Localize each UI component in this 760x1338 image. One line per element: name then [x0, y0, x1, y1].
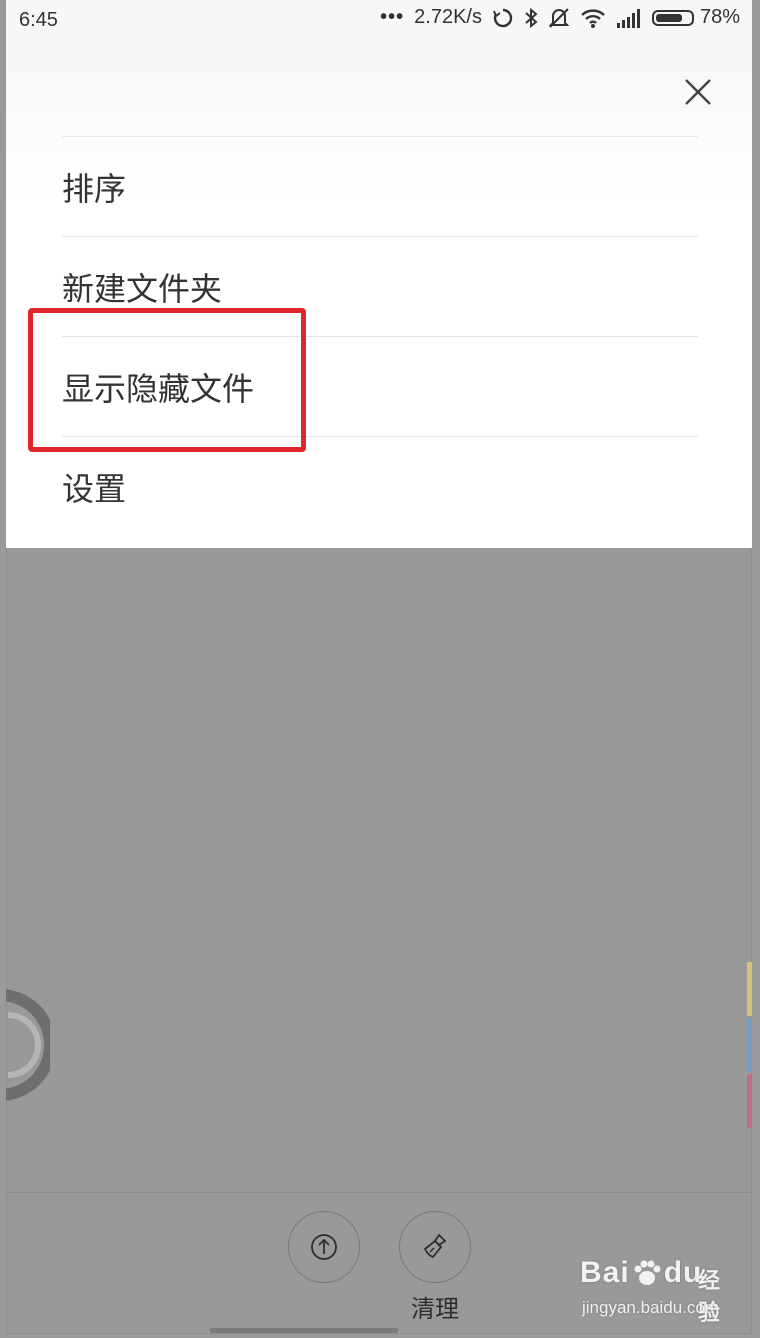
menu-panel: 排序 新建文件夹 显示隐藏文件 设置: [6, 42, 752, 548]
upload-icon: [311, 1234, 337, 1260]
menu-list: 排序 新建文件夹 显示隐藏文件 设置: [62, 136, 698, 536]
close-button[interactable]: [678, 72, 718, 112]
menu-item-sort[interactable]: 排序: [62, 136, 698, 236]
storage-ring-icon: [6, 989, 50, 1101]
upload-button[interactable]: [288, 1211, 360, 1283]
home-indicator[interactable]: [210, 1328, 398, 1333]
edge-tab[interactable]: [747, 1074, 752, 1128]
edge-tab[interactable]: [747, 962, 752, 1016]
battery-icon: 78%: [651, 6, 740, 29]
status-time: 6:45: [19, 9, 58, 31]
baidu-watermark: Bai du 经验 jingyan.baidu.com: [580, 1256, 730, 1326]
bluetooth-icon: [524, 7, 538, 29]
status-bar: 6:45 ••• 2.72K/s 78%: [6, 0, 752, 42]
broom-icon: [423, 1233, 447, 1259]
battery-percent: 78%: [699, 6, 740, 28]
menu-item-label: 显示隐藏文件: [62, 369, 255, 408]
menu-item-label: 排序: [62, 169, 127, 208]
app-window: 6:45 ••• 2.72K/s 78% 排序 新建文件夹 显示隐藏文件 设置 …: [6, 0, 752, 1334]
clean-label: 清理: [411, 1295, 459, 1323]
menu-item-label: 设置: [62, 469, 127, 508]
more-dots: •••: [380, 6, 405, 28]
signal-icon: [616, 7, 642, 29]
clean-button[interactable]: [399, 1211, 471, 1283]
status-icons: ••• 2.72K/s 78%: [380, 6, 740, 29]
sync-icon: [492, 7, 514, 29]
mute-icon: [548, 7, 570, 29]
watermark-url: jingyan.baidu.com: [582, 1298, 720, 1317]
menu-item-show-hidden[interactable]: 显示隐藏文件: [62, 336, 698, 436]
watermark-brand: Bai du: [580, 1256, 703, 1289]
menu-item-settings[interactable]: 设置: [62, 436, 698, 536]
paw-icon: [634, 1260, 661, 1285]
network-speed: 2.72K/s: [414, 6, 482, 28]
menu-item-new-folder[interactable]: 新建文件夹: [62, 236, 698, 336]
edge-tab[interactable]: [747, 1018, 752, 1072]
close-icon: [685, 79, 711, 105]
wifi-icon: [580, 7, 606, 29]
menu-item-label: 新建文件夹: [62, 269, 223, 308]
